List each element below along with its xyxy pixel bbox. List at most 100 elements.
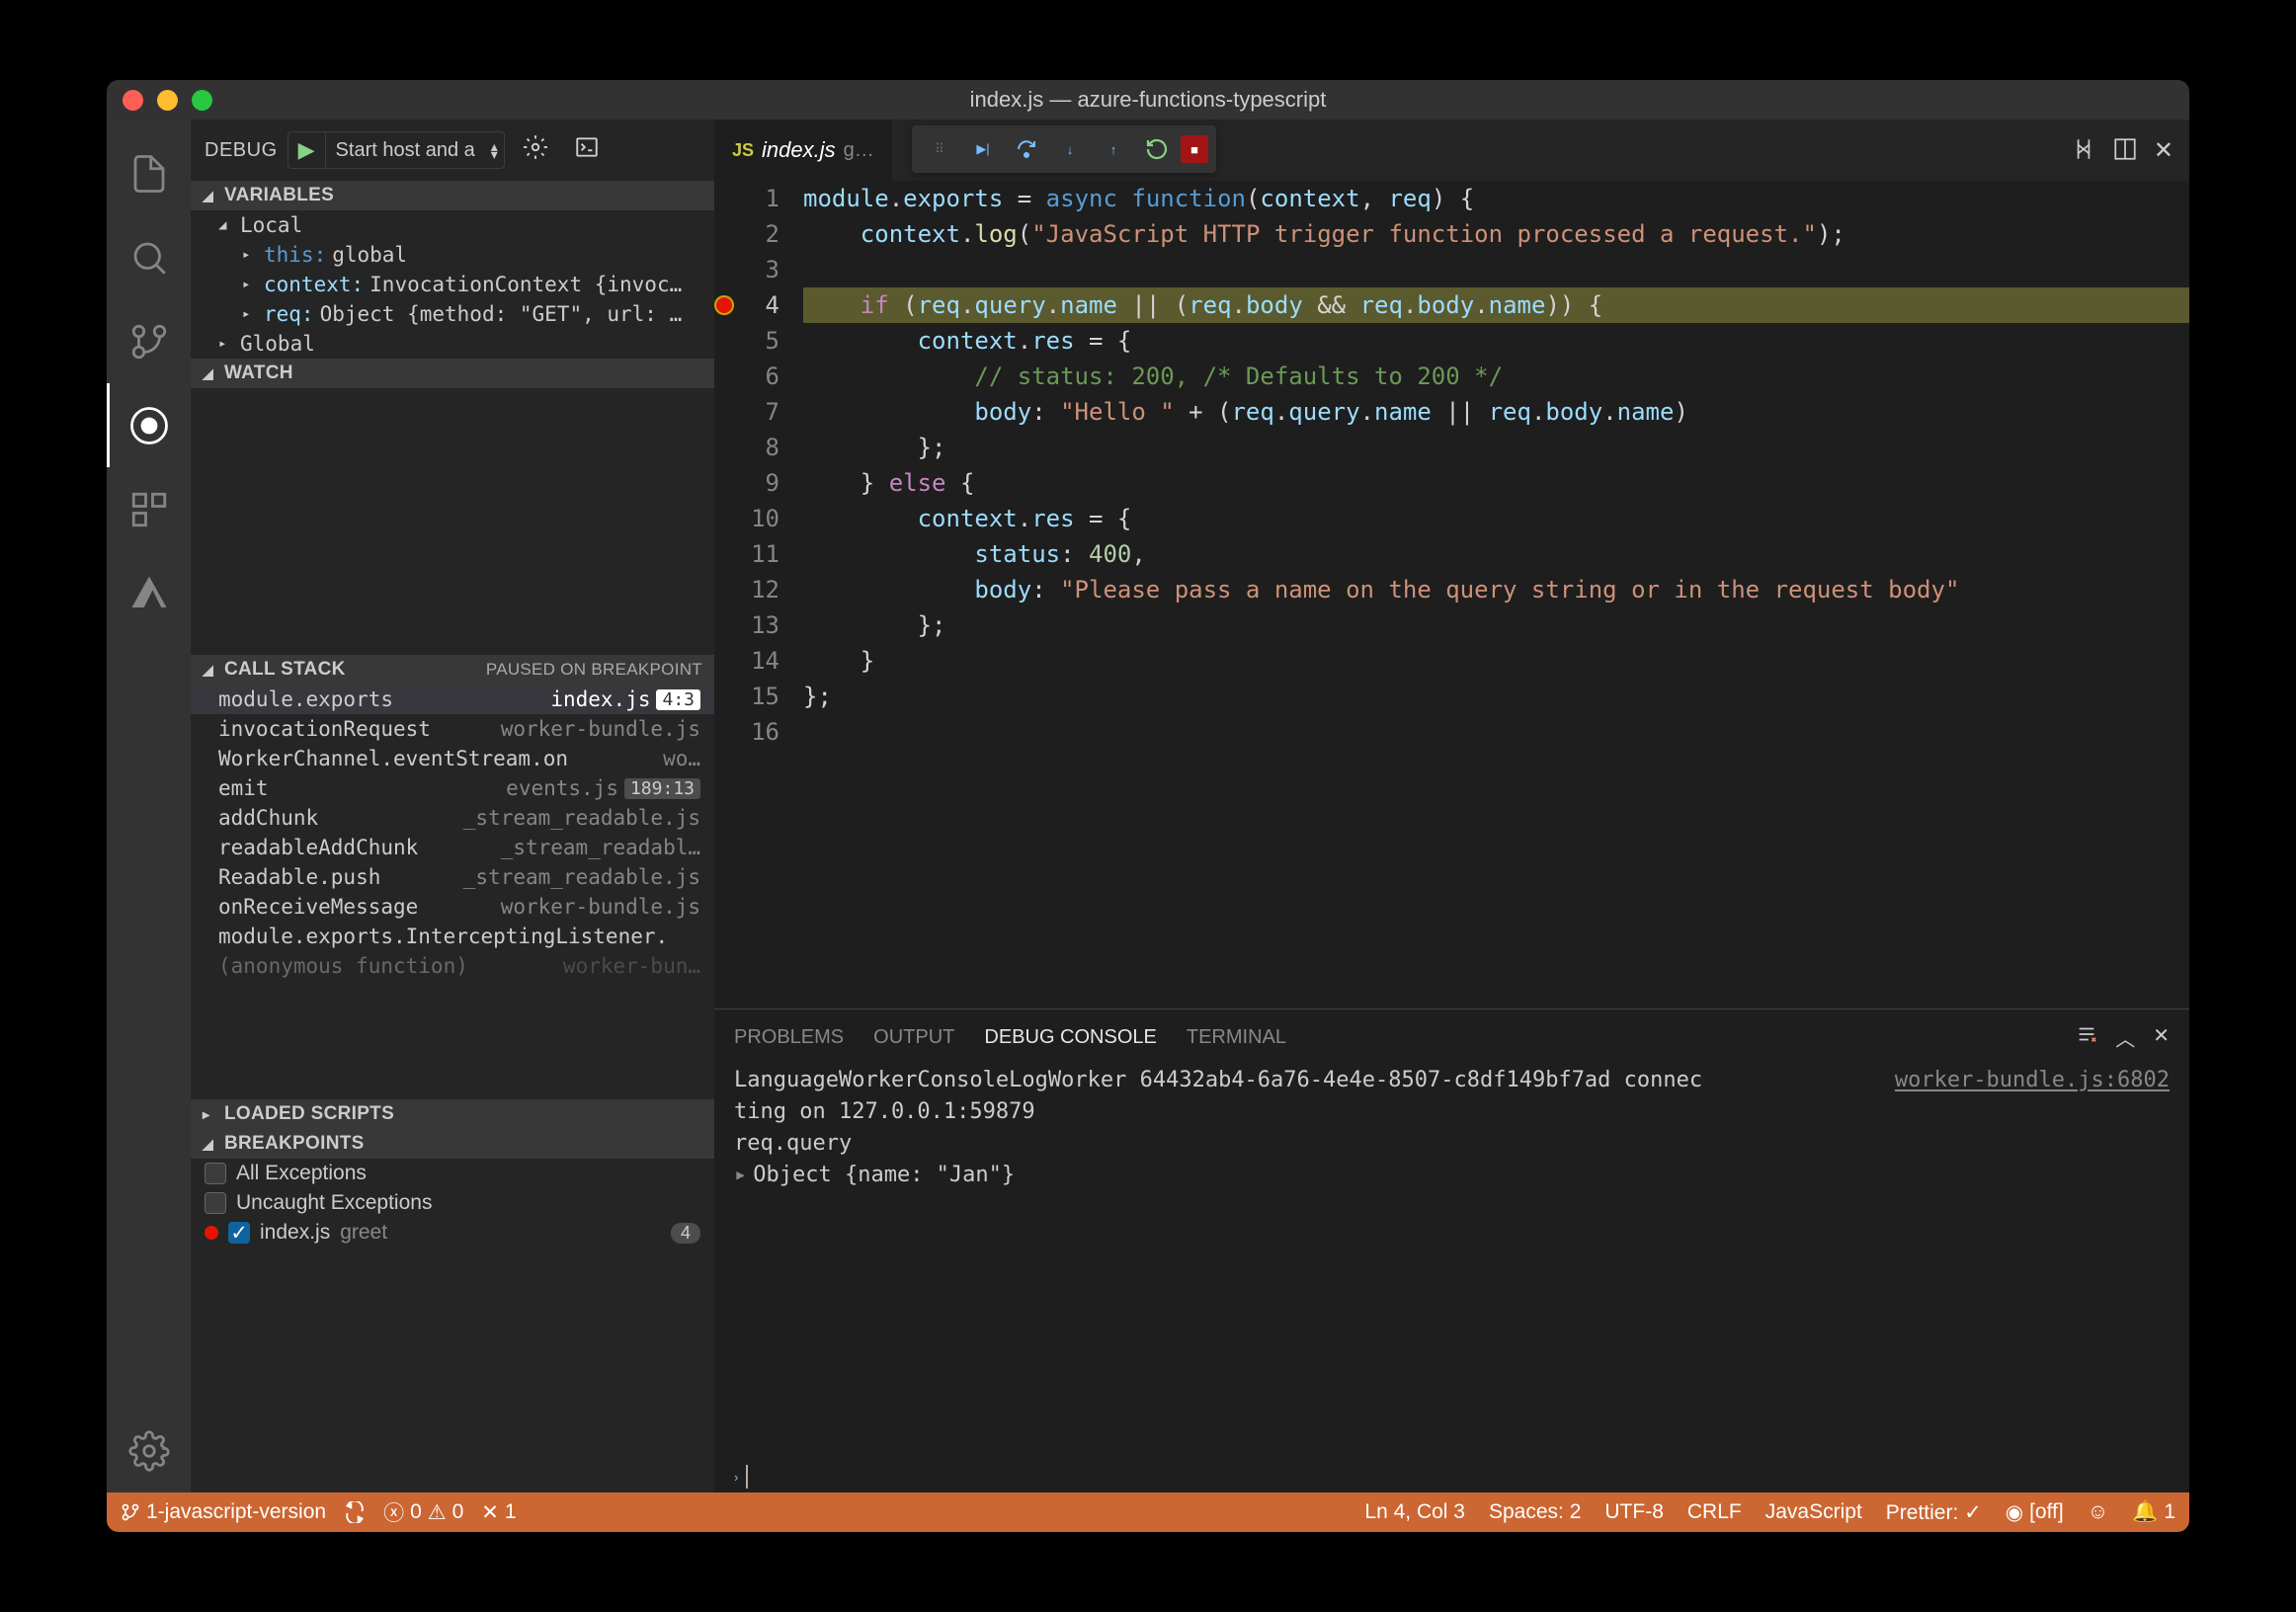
prettier-status[interactable]: Prettier: ✓ <box>1886 1500 1982 1525</box>
close-window-button[interactable] <box>123 90 143 111</box>
stackframe[interactable]: WorkerChannel.eventStream.onwo… <box>191 744 714 773</box>
problems-status[interactable]: ⓧ0 ⚠0 <box>383 1497 463 1527</box>
maximize-window-button[interactable] <box>192 90 212 111</box>
search-activity[interactable] <box>107 215 191 299</box>
ports-status[interactable]: ✕1 <box>481 1500 516 1525</box>
console-result[interactable]: Object {name: "Jan"} <box>753 1160 1015 1191</box>
debug-toolbar[interactable]: ⠿ ▶| ↓ ↑ ■ <box>912 125 1216 173</box>
watch-section-header[interactable]: ◢ WATCH <box>191 359 714 388</box>
encoding-status[interactable]: UTF-8 <box>1604 1500 1664 1524</box>
language-mode-status[interactable]: JavaScript <box>1765 1500 1862 1524</box>
stackframe[interactable]: onReceiveMessageworker-bundle.js <box>191 892 714 922</box>
stackframe[interactable]: (anonymous function)worker-bun… <box>191 951 714 981</box>
stackframe[interactable]: Readable.push_stream_readable.js <box>191 862 714 892</box>
settings-activity[interactable] <box>107 1409 191 1492</box>
feedback-status[interactable]: ☺ <box>2088 1500 2108 1524</box>
config-dropdown-icon[interactable]: ▴▾ <box>485 142 504 158</box>
breakpoints-section-header[interactable]: ◢ BREAKPOINTS <box>191 1129 714 1159</box>
restart-button[interactable] <box>1137 129 1177 169</box>
close-panel-button[interactable]: ✕ <box>2153 1023 2170 1052</box>
maximize-panel-button[interactable]: ︿ <box>2115 1023 2135 1052</box>
traffic-lights <box>123 90 212 111</box>
explorer-activity[interactable] <box>107 131 191 215</box>
line-gutter[interactable]: 12345678910111213141516 <box>714 181 803 1008</box>
breakpoint-all-exceptions[interactable]: All Exceptions <box>191 1159 714 1188</box>
javascript-file-icon: JS <box>732 140 754 161</box>
breakpoint-dot-icon <box>205 1226 218 1240</box>
panel-tab-problems[interactable]: PROBLEMS <box>734 1026 844 1049</box>
loaded-scripts-section-header[interactable]: ▸ LOADED SCRIPTS <box>191 1099 714 1129</box>
breakpoint-uncaught-exceptions[interactable]: Uncaught Exceptions <box>191 1188 714 1218</box>
extensions-activity[interactable] <box>107 467 191 551</box>
more-actions-button[interactable]: ✕ <box>2154 136 2173 165</box>
stackframe[interactable]: readableAddChunk_stream_readabl… <box>191 833 714 862</box>
debug-panel-header: DEBUG ▶ Start host and a ▴▾ <box>191 120 714 181</box>
sync-status[interactable] <box>344 1501 366 1523</box>
stackframe[interactable]: addChunk_stream_readable.js <box>191 803 714 833</box>
vscode-window: index.js — azure-functions-typescript <box>107 80 2189 1532</box>
cursor-position-status[interactable]: Ln 4, Col 3 <box>1364 1500 1465 1524</box>
start-debug-button[interactable]: ▶ Start host and a ▴▾ <box>287 131 505 169</box>
code-editor[interactable]: 12345678910111213141516 module.exports =… <box>714 181 2189 1008</box>
debug-console-content[interactable]: LanguageWorkerConsoleLogWorker 64432ab4-… <box>714 1065 2189 1461</box>
eol-status[interactable]: CRLF <box>1687 1500 1742 1524</box>
chevron-right-icon: › <box>734 1470 738 1485</box>
debug-settings-button[interactable] <box>515 134 556 166</box>
stackframe[interactable]: module.exports index.js 4:3 <box>191 685 714 714</box>
step-into-button[interactable]: ↓ <box>1050 129 1090 169</box>
checkbox[interactable] <box>205 1192 226 1214</box>
compare-changes-button[interactable] <box>2071 136 2096 165</box>
variables-global-scope[interactable]: ▸ Global <box>191 329 714 359</box>
debug-console-input[interactable]: › <box>714 1461 2189 1492</box>
stackframe[interactable]: module.exports.InterceptingListener. <box>191 922 714 951</box>
code-content[interactable]: module.exports = async function(context,… <box>803 181 2189 1008</box>
screencast-status[interactable]: ◉ [off] <box>2006 1500 2064 1525</box>
chevron-right-icon: ▸ <box>242 277 258 292</box>
bottom-panel: PROBLEMS OUTPUT DEBUG CONSOLE TERMINAL ︿… <box>714 1008 2189 1492</box>
callstack-status: PAUSED ON BREAKPOINT <box>486 660 702 680</box>
variables-section-header[interactable]: ◢ VARIABLES <box>191 181 714 210</box>
drag-handle-icon[interactable]: ⠿ <box>920 129 959 169</box>
titlebar[interactable]: index.js — azure-functions-typescript <box>107 80 2189 120</box>
chevron-right-icon: ▸ <box>242 306 258 322</box>
chevron-down-icon: ◢ <box>203 188 218 204</box>
step-out-button[interactable]: ↑ <box>1094 129 1133 169</box>
variables-local-scope[interactable]: ◢ Local <box>191 210 714 240</box>
stackframe[interactable]: invocationRequestworker-bundle.js <box>191 714 714 744</box>
chevron-right-icon: ▸ <box>218 336 234 352</box>
callstack-section-header[interactable]: ◢ CALL STACK PAUSED ON BREAKPOINT <box>191 655 714 685</box>
breakpoint-glyph[interactable] <box>716 297 732 313</box>
chevron-down-icon: ◢ <box>218 217 234 233</box>
variable-req[interactable]: ▸ req: Object {method: "GET", url: … <box>191 299 714 329</box>
tab-filename: index.js <box>762 137 836 163</box>
git-branch-status[interactable]: 1-javascript-version <box>121 1500 326 1524</box>
checkbox[interactable] <box>205 1163 226 1184</box>
notifications-status[interactable]: 🔔 1 <box>2132 1500 2175 1524</box>
debug-title: DEBUG <box>205 139 278 162</box>
panel-tab-debug-console[interactable]: DEBUG CONSOLE <box>984 1026 1156 1049</box>
editor-tab[interactable]: JS index.js g… <box>714 120 893 181</box>
debug-console-toggle[interactable] <box>566 134 608 166</box>
chevron-right-icon[interactable]: ▸ <box>734 1160 747 1191</box>
minimize-window-button[interactable] <box>157 90 178 111</box>
console-source-link[interactable]: worker-bundle.js:6802 <box>1895 1065 2170 1096</box>
chevron-down-icon: ◢ <box>203 365 218 382</box>
stackframe[interactable]: emitevents.js189:13 <box>191 773 714 803</box>
split-editor-button[interactable] <box>2112 136 2138 165</box>
chevron-right-icon: ▸ <box>242 247 258 263</box>
stop-button[interactable]: ■ <box>1181 135 1208 163</box>
checkbox-checked[interactable]: ✓ <box>228 1222 250 1244</box>
azure-activity[interactable] <box>107 551 191 635</box>
debug-activity[interactable] <box>107 383 191 467</box>
breakpoint-item[interactable]: ✓ index.js greet 4 <box>191 1218 714 1248</box>
panel-tab-output[interactable]: OUTPUT <box>873 1026 954 1049</box>
step-over-button[interactable] <box>1007 129 1046 169</box>
continue-button[interactable]: ▶| <box>963 129 1003 169</box>
indentation-status[interactable]: Spaces: 2 <box>1489 1500 1581 1524</box>
activity-bar <box>107 120 191 1492</box>
panel-tab-terminal[interactable]: TERMINAL <box>1187 1026 1286 1049</box>
variable-this[interactable]: ▸ this: global <box>191 240 714 270</box>
source-control-activity[interactable] <box>107 299 191 383</box>
variable-context[interactable]: ▸ context: InvocationContext {invoc… <box>191 270 714 299</box>
clear-console-button[interactable] <box>2076 1023 2097 1052</box>
